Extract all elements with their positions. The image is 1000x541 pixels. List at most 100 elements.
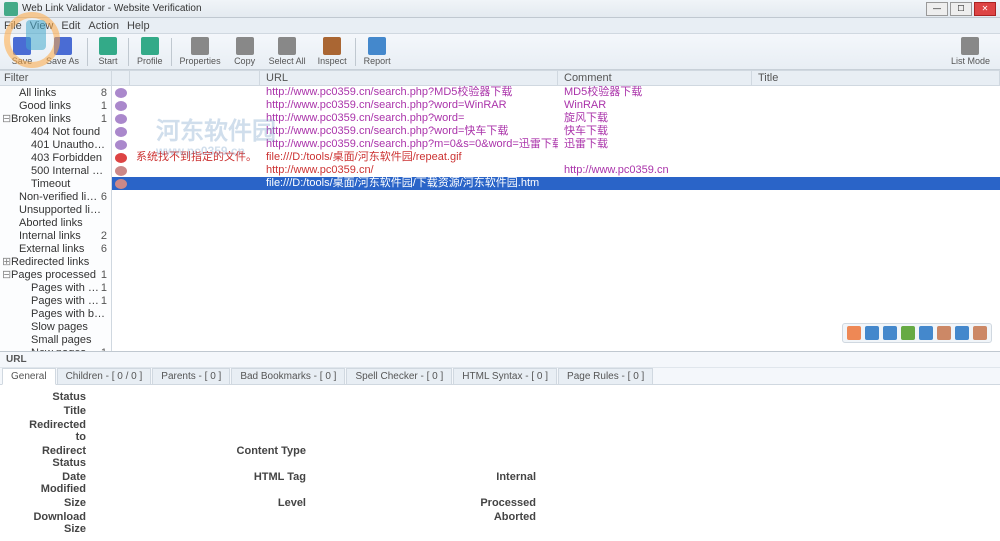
- result-row[interactable]: http://www.pc0359.cn/search.php?m=0&s=0&…: [112, 138, 1000, 151]
- result-row[interactable]: http://www.pc0359.cn/search.php?word=快车下…: [112, 125, 1000, 138]
- list-mode-button[interactable]: List Mode: [945, 35, 996, 68]
- tree-label: 403 Forbidden: [31, 152, 107, 165]
- tree-item[interactable]: 500 Internal error: [0, 165, 111, 178]
- row-comment: [558, 151, 752, 164]
- details-tab[interactable]: Spell Checker - [ 0 ]: [346, 368, 452, 384]
- row-url: http://www.pc0359.cn/search.php?m=0&s=0&…: [260, 138, 558, 151]
- close-button[interactable]: ✕: [974, 2, 996, 16]
- row-type: 系统找不到指定的文件。 (Error Code 2): [130, 151, 260, 164]
- details-tabs: GeneralChildren - [ 0 / 0 ]Parents - [ 0…: [0, 368, 1000, 385]
- row-comment: 迅雷下载: [558, 138, 752, 151]
- row-type: [130, 164, 260, 177]
- tree-label: Small pages: [31, 334, 107, 347]
- details-tab[interactable]: Children - [ 0 / 0 ]: [57, 368, 152, 384]
- save-as-button[interactable]: Save As: [40, 35, 85, 68]
- result-row[interactable]: http://www.pc0359.cn/search.php?word=旋风下…: [112, 112, 1000, 125]
- toolbar-label: Properties: [180, 56, 221, 66]
- tree-item[interactable]: Non-verified links6: [0, 191, 111, 204]
- menu-view[interactable]: View: [30, 20, 54, 32]
- properties-button[interactable]: Properties: [174, 35, 227, 68]
- row-url: http://www.pc0359.cn/: [260, 164, 558, 177]
- status-icon[interactable]: [865, 326, 879, 340]
- col-comment-header[interactable]: Comment: [558, 71, 752, 85]
- ime-icon[interactable]: [847, 326, 861, 340]
- row-type: [130, 138, 260, 151]
- menu-file[interactable]: File: [4, 20, 22, 32]
- col-url-header[interactable]: URL: [260, 71, 558, 85]
- result-row[interactable]: http://www.pc0359.cn/search.php?MD5校验器下载…: [112, 86, 1000, 99]
- select-all-button[interactable]: Select All: [263, 35, 312, 68]
- details-tab[interactable]: General: [2, 368, 56, 385]
- status-icon[interactable]: [955, 326, 969, 340]
- row-comment: 快车下载: [558, 125, 752, 138]
- maximize-button[interactable]: ☐: [950, 2, 972, 16]
- tree-item[interactable]: 401 Unauthorized: [0, 139, 111, 152]
- toolbar-label: Save As: [46, 56, 79, 66]
- detail-label: Download Size: [16, 511, 86, 535]
- status-icon[interactable]: [973, 326, 987, 340]
- tree-item[interactable]: Timeout: [0, 178, 111, 191]
- status-icon[interactable]: [919, 326, 933, 340]
- row-title: [752, 125, 1000, 138]
- tree-item[interactable]: Small pages: [0, 334, 111, 347]
- results-grid[interactable]: http://www.pc0359.cn/search.php?MD5校验器下载…: [112, 86, 1000, 351]
- status-icon[interactable]: [901, 326, 915, 340]
- tree-item[interactable]: Pages with broken links1: [0, 282, 111, 295]
- menu-action[interactable]: Action: [88, 20, 119, 32]
- report-button[interactable]: Report: [358, 35, 397, 68]
- status-icon[interactable]: [883, 326, 897, 340]
- tree-item[interactable]: All links8: [0, 87, 111, 100]
- tree-item[interactable]: Internal links2: [0, 230, 111, 243]
- details-tab[interactable]: Bad Bookmarks - [ 0 ]: [231, 368, 345, 384]
- detail-label: [106, 419, 306, 443]
- inspect-button-icon: [323, 37, 341, 55]
- tree-item[interactable]: ⊟Broken links1: [0, 113, 111, 126]
- col-type-header[interactable]: [130, 71, 260, 85]
- tree-item[interactable]: 404 Not found: [0, 126, 111, 139]
- profile-button[interactable]: Profile: [131, 35, 169, 68]
- tree-item[interactable]: Slow pages: [0, 321, 111, 334]
- tree-item[interactable]: Unsupported links: [0, 204, 111, 217]
- toolbar-label: Profile: [137, 56, 163, 66]
- tree-item[interactable]: Aborted links: [0, 217, 111, 230]
- toolbar-label: Save: [12, 56, 33, 66]
- tree-item[interactable]: ⊟Pages processed1: [0, 269, 111, 282]
- result-row[interactable]: http://www.pc0359.cn/search.php?word=Win…: [112, 99, 1000, 112]
- toolbar-label: Report: [364, 56, 391, 66]
- menu-help[interactable]: Help: [127, 20, 150, 32]
- result-row[interactable]: http://www.pc0359.cn/http://www.pc0359.c…: [112, 164, 1000, 177]
- details-tab[interactable]: Page Rules - [ 0 ]: [558, 368, 653, 384]
- row-url: http://www.pc0359.cn/search.php?word=快车下…: [260, 125, 558, 138]
- tree-toggle-icon[interactable]: ⊟: [2, 113, 11, 126]
- tree-item[interactable]: 403 Forbidden: [0, 152, 111, 165]
- tree-label: Pages with bad bookm...: [31, 308, 107, 321]
- detail-label: Content Type: [106, 445, 306, 469]
- status-icon[interactable]: [937, 326, 951, 340]
- menu-edit[interactable]: Edit: [61, 20, 80, 32]
- minimize-button[interactable]: —: [926, 2, 948, 16]
- tree-item[interactable]: Pages with bad bookm...: [0, 308, 111, 321]
- tree-item[interactable]: ⊞Redirected links: [0, 256, 111, 269]
- tree-item[interactable]: External links6: [0, 243, 111, 256]
- row-type: [130, 112, 260, 125]
- result-row[interactable]: 系统找不到指定的文件。 (Error Code 2)file:///D:/too…: [112, 151, 1000, 164]
- start-button[interactable]: Start: [90, 35, 126, 68]
- result-row[interactable]: file:///D:/tools/桌面/河东软件园/下载资源/河东软件园.htm: [112, 177, 1000, 190]
- tree-item[interactable]: Pages with missing titles1: [0, 295, 111, 308]
- sidebar-header: Filter: [0, 71, 111, 86]
- select-all-button-icon: [278, 37, 296, 55]
- tree-count: 1: [101, 100, 109, 113]
- detail-label: Status: [16, 391, 86, 403]
- tree-label: Pages with broken links: [31, 282, 101, 295]
- details-tab[interactable]: HTML Syntax - [ 0 ]: [453, 368, 557, 384]
- tree-toggle-icon[interactable]: ⊟: [2, 269, 11, 282]
- inspect-button[interactable]: Inspect: [312, 35, 353, 68]
- detail-label: [106, 405, 306, 417]
- col-title-header[interactable]: Title: [752, 71, 1000, 85]
- toolbar-label: Start: [99, 56, 118, 66]
- save-button[interactable]: Save: [4, 35, 40, 68]
- tree-item[interactable]: Good links1: [0, 100, 111, 113]
- details-tab[interactable]: Parents - [ 0 ]: [152, 368, 230, 384]
- tree-toggle-icon[interactable]: ⊞: [2, 256, 11, 269]
- copy-button[interactable]: Copy: [227, 35, 263, 68]
